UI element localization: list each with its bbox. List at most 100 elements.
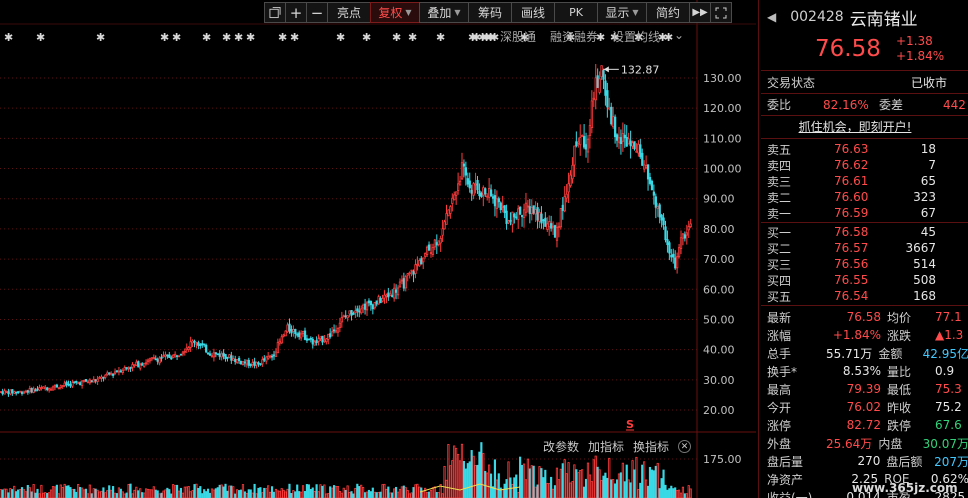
highlight-button[interactable]: 亮点: [327, 2, 371, 23]
candle-body: [112, 374, 115, 376]
candle-body: [113, 371, 117, 374]
candle-body: [191, 340, 194, 344]
candle-body: [617, 137, 621, 143]
volume-bar: [5, 488, 8, 498]
volume-bar: [210, 488, 214, 498]
candle-body: [245, 359, 249, 365]
candle-body: [67, 383, 70, 386]
zoom-out-icon[interactable]: −: [306, 2, 328, 23]
candle-body: [236, 359, 239, 363]
volume-bar: [447, 444, 450, 498]
kline-chart-area[interactable]: 130.00 120.00 110.00 100.00 90.00 80.00 70.00 6…: [0, 0, 958, 498]
candle-body: [98, 377, 101, 379]
price-tick-label: 30.00: [703, 374, 735, 387]
candle-body: [96, 378, 99, 382]
volume-bar: [274, 488, 277, 498]
candle-body: [528, 206, 531, 215]
volume-bar: [472, 455, 475, 498]
candle-body: [472, 183, 475, 196]
collapse-left-icon[interactable]: ◀: [767, 10, 776, 24]
volume-bar: [662, 469, 665, 498]
chips-button[interactable]: 筹码: [468, 2, 512, 23]
volume-bar: [141, 492, 144, 498]
stat-label: 内盘: [878, 436, 903, 451]
trading-status-row: 交易状态 已收市: [767, 76, 948, 90]
candle-body: [269, 355, 272, 358]
candle-body: [18, 390, 22, 393]
zoom-in-icon[interactable]: +: [285, 2, 307, 23]
candle-body: [342, 315, 345, 318]
volume-bar: [311, 487, 314, 498]
volume-bar: [63, 483, 66, 498]
volume-bar: [391, 492, 394, 498]
adjust-rights-button[interactable]: 复权 ▼: [370, 2, 420, 23]
volume-bar: [453, 445, 456, 498]
volume-bar: [670, 485, 673, 498]
volume-bar: [212, 489, 215, 498]
candle-body: [208, 353, 212, 356]
candle-body: [621, 133, 625, 142]
candle-body: [668, 242, 671, 254]
fullscreen-icon[interactable]: [710, 2, 732, 23]
candle-body: [270, 355, 274, 358]
candle-body: [115, 370, 119, 373]
add-indicator-button[interactable]: 加指标: [588, 438, 624, 455]
volume-bar: [255, 493, 258, 498]
candle-body: [100, 376, 103, 379]
candle-body: [206, 352, 210, 355]
candle-body: [427, 244, 431, 251]
simple-mode-button[interactable]: 简约: [646, 2, 690, 23]
candle-body: [92, 378, 95, 383]
ask-row: 卖二 76.60 323: [759, 189, 968, 205]
event-marker-icon: ✱: [202, 31, 211, 44]
fast-forward-icon[interactable]: ▶▶: [689, 2, 711, 23]
candle-body: [402, 278, 405, 289]
stat-label: 最高: [767, 382, 792, 397]
volume-bar: [553, 485, 557, 498]
volume-bar: [143, 492, 146, 498]
chevron-down-icon[interactable]: ⌄: [674, 28, 684, 45]
volume-bar: [422, 490, 425, 498]
volume-bar: [526, 458, 529, 498]
volume-bar: [241, 484, 245, 498]
volume-bar: [55, 484, 58, 498]
volume-bar: [546, 482, 549, 498]
candle-body: [654, 196, 657, 208]
draw-line-button[interactable]: 画线: [511, 2, 555, 23]
volume-bar: [206, 488, 210, 498]
open-account-link[interactable]: 抓住机会，即刻开户!: [799, 118, 912, 135]
pk-button[interactable]: PK: [554, 2, 598, 23]
high-marker-label: 132.87: [621, 63, 660, 76]
volume-bar: [664, 484, 667, 498]
volume-bar: [303, 491, 307, 498]
volume-bar: [548, 483, 551, 498]
candle-body: [305, 338, 309, 341]
dock-icon[interactable]: [264, 2, 286, 23]
price-tick-label: 100.00: [703, 163, 742, 176]
volume-bar: [398, 488, 402, 498]
candle-body: [162, 355, 165, 358]
switch-indicator-button[interactable]: 换指标: [633, 438, 669, 455]
display-button[interactable]: 显示 ▼: [597, 2, 647, 23]
stat-row: 净资产 2.25 ROE 0.62%: [759, 470, 968, 488]
volume-bar: [557, 479, 560, 498]
link-hk-connect[interactable]: 深股通: [500, 28, 536, 45]
candle-body: [49, 388, 53, 391]
candle-body: [553, 225, 557, 238]
overlay-button[interactable]: 叠加 ▼: [419, 2, 469, 23]
quote-panel: ◀ 002428 云南锗业 76.58 +1.38 +1.84% 交易状态 已收…: [758, 0, 968, 498]
close-icon[interactable]: ✕: [678, 440, 692, 453]
volume-bar: [189, 491, 192, 498]
link-set-ma[interactable]: 设置均线: [612, 28, 660, 45]
event-marker-icon: ✱: [160, 31, 169, 44]
stat-row: 今开 76.02 昨收 75.2: [759, 398, 968, 416]
volume-bar: [604, 472, 607, 498]
edit-params-button[interactable]: 改参数: [543, 438, 579, 455]
volume-bar: [146, 488, 150, 498]
stat-row: 涨幅 +1.84% 涨跌 ▲1.3: [759, 326, 968, 344]
candle-body: [216, 353, 219, 356]
candle-body: [641, 152, 644, 166]
link-margin-trading[interactable]: 融资融券: [550, 28, 598, 45]
volume-bar: [166, 487, 169, 498]
volume-bar: [540, 468, 543, 498]
